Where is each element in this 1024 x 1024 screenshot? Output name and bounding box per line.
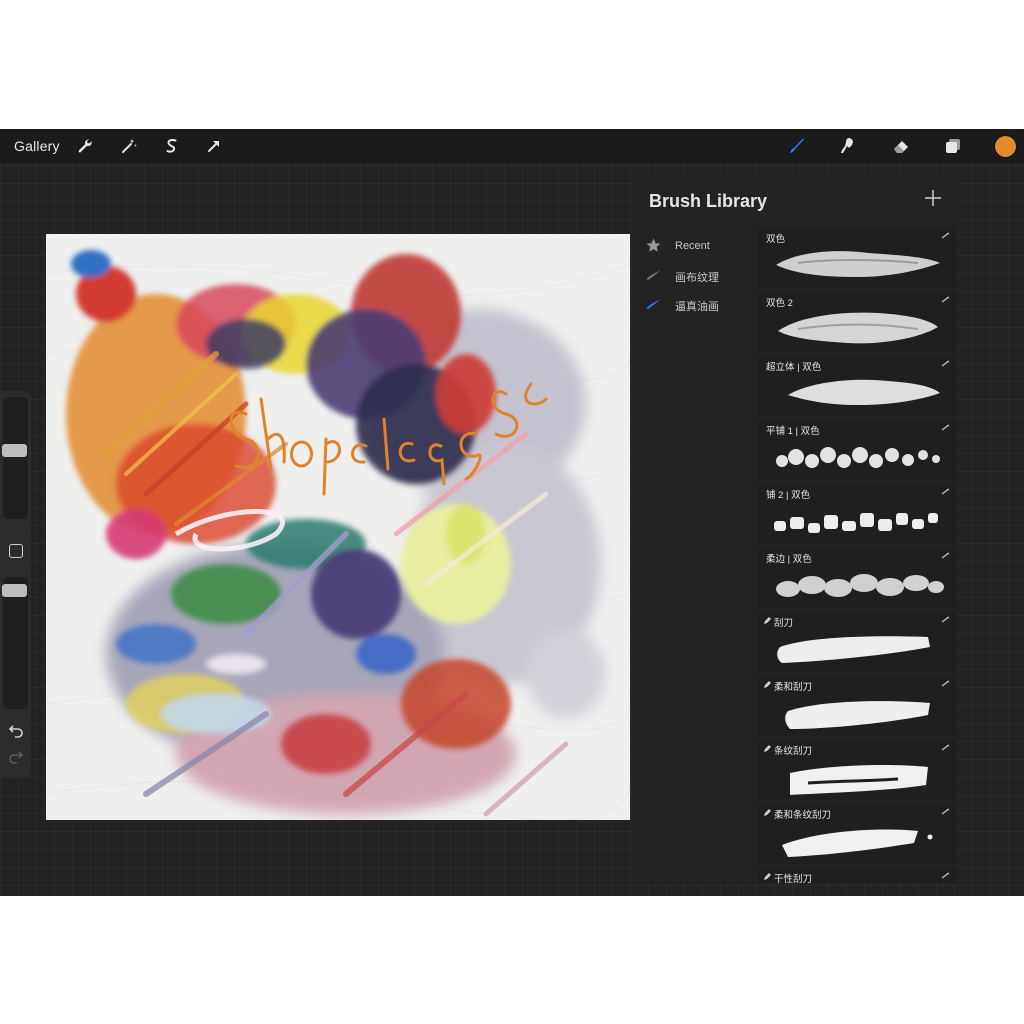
selection-icon[interactable] (162, 136, 182, 156)
painting-artwork (46, 234, 630, 820)
brush-library-panel: Brush Library Recent 画布纹理 逼真油画 双色 双色 2 超… (632, 173, 956, 883)
pencil-icon (764, 681, 771, 688)
brush-preview-stroke (776, 574, 944, 597)
brush-item[interactable]: 柔和条纹刮刀 (758, 803, 956, 864)
plus-icon[interactable] (922, 187, 944, 209)
brush-edit-icon (941, 232, 950, 239)
brush-preview-stroke (776, 447, 940, 468)
brush-icon[interactable] (786, 136, 806, 156)
brush-item[interactable]: 平铺 1 | 双色 (758, 419, 956, 480)
gallery-button[interactable]: Gallery (14, 138, 60, 154)
brush-preview-stroke (790, 765, 928, 795)
square-modifier-icon[interactable] (9, 544, 23, 558)
brush-item[interactable]: 铺 2 | 双色 (758, 483, 956, 544)
brush-item[interactable]: 柔和刮刀 (758, 675, 956, 736)
brush-item[interactable]: 超立体 | 双色 (758, 355, 956, 416)
smudge-icon[interactable] (838, 136, 858, 156)
brush-item[interactable]: 刮刀 (758, 611, 956, 672)
brush-item[interactable]: 双色 (758, 227, 956, 288)
layers-icon[interactable] (943, 136, 963, 156)
brush-edit-icon (941, 616, 950, 623)
side-toolbar (0, 391, 31, 778)
brush-edit-icon (941, 296, 950, 303)
brush-preview-stroke (776, 251, 940, 277)
brush-edit-icon (941, 488, 950, 495)
undo-icon[interactable] (7, 721, 25, 739)
brush-preview-stroke (785, 701, 930, 729)
brush-edit-icon (941, 552, 950, 559)
painting-canvas[interactable] (46, 234, 630, 820)
brush-item[interactable]: 柔边 | 双色 (758, 547, 956, 608)
eraser-icon[interactable] (891, 136, 911, 156)
brush-set-canvas-texture[interactable]: 画布纹理 (632, 260, 752, 289)
wrench-icon[interactable] (75, 136, 95, 156)
brush-preview-stroke (788, 379, 940, 405)
brush-preview-stroke (777, 636, 930, 663)
redo-icon[interactable] (7, 747, 25, 765)
color-picker-button[interactable] (995, 136, 1016, 157)
brush-set-realistic-oil[interactable]: 逼真油画 (632, 289, 752, 318)
brush-list: 双色 双色 2 超立体 | 双色 平铺 1 | 双色 铺 2 | 双色 柔边 |… (758, 227, 956, 883)
brush-edit-icon (941, 424, 950, 431)
top-toolbar: Gallery (0, 129, 1024, 163)
magic-wand-icon[interactable] (119, 136, 139, 156)
pencil-icon (764, 745, 771, 752)
brush-stroke-icon (646, 299, 661, 309)
star-icon (646, 238, 661, 252)
brush-item[interactable]: 双色 2 (758, 291, 956, 352)
brush-library-title: Brush Library (649, 191, 768, 211)
brush-edit-icon (941, 744, 950, 751)
brush-edit-icon (941, 680, 950, 687)
pencil-icon (764, 873, 771, 880)
brush-size-thumb[interactable] (2, 444, 27, 457)
brush-item[interactable]: 条纹刮刀 (758, 739, 956, 800)
brush-preview-stroke (778, 312, 938, 344)
brush-edit-icon (941, 808, 950, 815)
brush-size-slider[interactable] (3, 397, 28, 519)
brush-set-recent[interactable]: Recent (632, 231, 752, 260)
brush-preview-stroke (774, 513, 938, 533)
brush-sets-list: Recent 画布纹理 逼真油画 (632, 231, 752, 318)
brush-item[interactable]: 干性刮刀 (758, 867, 956, 883)
brush-edit-icon (941, 872, 950, 879)
pencil-icon (764, 617, 771, 624)
brush-preview-stroke (768, 881, 948, 883)
brush-stroke-icon (646, 270, 661, 280)
pencil-icon (764, 809, 771, 816)
brush-edit-icon (941, 360, 950, 367)
brush-preview-stroke (782, 829, 933, 857)
opacity-thumb[interactable] (2, 584, 27, 597)
transform-arrow-icon[interactable] (204, 136, 224, 156)
procreate-app: Gallery Brush Library Recent 画布纹理 逼真油画 双… (0, 129, 1024, 896)
